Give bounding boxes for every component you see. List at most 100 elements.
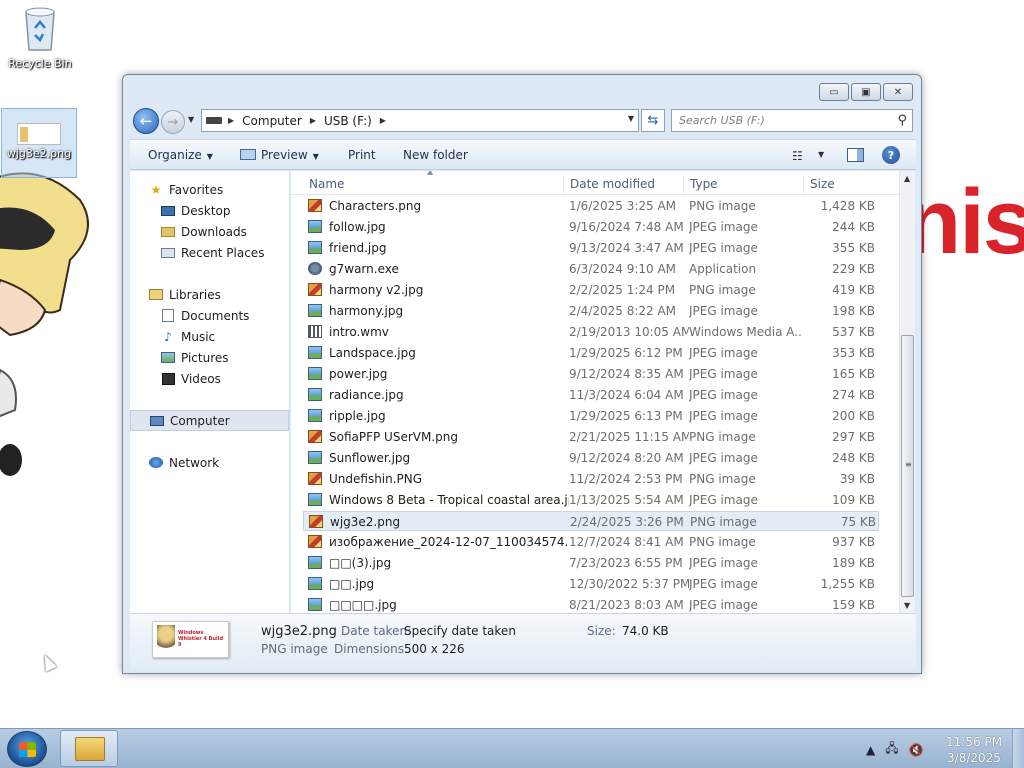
file-row[interactable]: intro.wmv 2/19/2013 10:05 AM Windows Media… xyxy=(303,322,879,342)
pictures-icon xyxy=(160,351,176,365)
organize-button[interactable]: Organize ▼ xyxy=(148,148,213,162)
file-type: PNG image xyxy=(690,515,757,529)
details-date-taken-value[interactable]: Specify date taken xyxy=(404,624,516,638)
nav-computer[interactable]: Computer xyxy=(130,410,289,431)
file-row[interactable]: harmony.jpg 2/4/2025 8:22 AM JPEG image 198… xyxy=(303,301,879,321)
file-row[interactable]: □□.jpg 12/30/2022 5:37 PM JPEG image 1,255 … xyxy=(303,574,879,594)
file-row[interactable]: Windows 8 Beta - Tropical coastal area.j… xyxy=(303,490,879,510)
volume-muted-icon[interactable]: 🔇 xyxy=(909,743,924,757)
png-file-icon xyxy=(308,472,322,485)
nav-music[interactable]: ♪ Music xyxy=(130,326,289,347)
column-type[interactable]: Type xyxy=(683,177,718,195)
file-name: radiance.jpg xyxy=(329,388,404,402)
column-date-modified[interactable]: Date modified xyxy=(563,177,655,195)
file-row[interactable]: Characters.png 1/6/2025 3:25 AM PNG image 1… xyxy=(303,196,879,216)
recent-pages-dropdown[interactable]: ▼ xyxy=(188,115,194,124)
file-row[interactable]: g7warn.exe 6/3/2024 9:10 AM Application 229… xyxy=(303,259,879,279)
minimize-button[interactable]: ▭ xyxy=(819,83,849,101)
nav-libraries[interactable]: Libraries xyxy=(130,284,289,305)
back-button[interactable]: ← xyxy=(133,108,159,134)
help-icon[interactable]: ? xyxy=(882,146,900,164)
search-icon[interactable]: ⚲ xyxy=(897,113,907,128)
file-type: JPEG image xyxy=(689,493,758,507)
file-type: PNG image xyxy=(689,535,756,549)
close-button[interactable]: ✕ xyxy=(883,83,913,101)
file-size: 198 KB xyxy=(832,304,875,318)
file-row[interactable]: wjg3e2.png 2/24/2025 3:26 PM PNG image 75 K… xyxy=(303,511,879,531)
file-name: friend.jpg xyxy=(329,241,387,255)
file-size: 353 KB xyxy=(832,346,875,360)
vertical-scrollbar[interactable]: ▲ ≡ ▼ xyxy=(899,171,915,613)
file-row[interactable]: friend.jpg 9/13/2024 3:47 AM JPEG image 355… xyxy=(303,238,879,258)
file-row[interactable]: harmony v2.jpg 2/2/2025 1:24 PM PNG image 4… xyxy=(303,280,879,300)
maximize-button[interactable]: ▣ xyxy=(851,83,881,101)
chevron-down-icon[interactable]: ▼ xyxy=(818,150,824,159)
folder-icon xyxy=(75,737,105,761)
file-type: PNG image xyxy=(689,430,756,444)
file-row[interactable]: □□□□.jpg 8/21/2023 8:03 AM JPEG image 159 K… xyxy=(303,595,879,613)
scroll-thumb[interactable]: ≡ xyxy=(901,335,914,597)
file-row[interactable]: Sunflower.jpg 9/12/2024 8:20 AM JPEG image… xyxy=(303,448,879,468)
file-date: 7/23/2023 6:55 PM xyxy=(569,556,683,570)
start-button[interactable] xyxy=(7,731,47,767)
refresh-icon: ⇆ xyxy=(647,113,659,128)
nav-desktop[interactable]: Desktop xyxy=(130,200,289,221)
file-row[interactable]: Landspace.jpg 1/29/2025 6:12 PM JPEG image… xyxy=(303,343,879,363)
forward-button[interactable]: → xyxy=(161,110,185,134)
file-row[interactable]: SofiaPFP USerVM.png 2/21/2025 11:15 AM PNG… xyxy=(303,427,879,447)
preview-pane-icon[interactable] xyxy=(847,148,864,162)
recycle-bin-icon[interactable]: Recycle Bin xyxy=(2,4,78,70)
views-icon[interactable]: ☷ xyxy=(792,149,803,163)
new-folder-button[interactable]: New folder xyxy=(403,148,468,162)
scroll-down-icon[interactable]: ▼ xyxy=(904,601,910,610)
nav-documents[interactable]: Documents xyxy=(130,305,289,326)
navigation-pane: ★ Favorites Desktop Downloads Recent Plac… xyxy=(130,171,290,613)
nav-downloads[interactable]: Downloads xyxy=(130,221,289,242)
file-name: ripple.jpg xyxy=(329,409,386,423)
file-row[interactable]: follow.jpg 9/16/2024 7:48 AM JPEG image 244… xyxy=(303,217,879,237)
print-button[interactable]: Print xyxy=(348,148,376,162)
jpg-file-icon xyxy=(308,409,322,422)
column-name[interactable]: Name xyxy=(303,177,344,195)
column-size[interactable]: Size xyxy=(803,177,835,195)
show-desktop-button[interactable] xyxy=(1012,729,1024,768)
clock[interactable]: 11:56 PM 3/8/2025 xyxy=(940,734,1008,766)
search-input[interactable] xyxy=(672,110,882,131)
file-name: Sunflower.jpg xyxy=(329,451,411,465)
desktop-file-wjg3e2[interactable]: wjg3e2.png xyxy=(1,108,77,178)
breadcrumb-separator-icon: ▶ xyxy=(379,116,386,125)
nav-favorites[interactable]: ★ Favorites xyxy=(130,179,289,200)
preview-icon xyxy=(240,149,256,160)
show-hidden-icons-icon[interactable]: ▲ xyxy=(866,743,875,757)
wmv-file-icon xyxy=(308,325,322,338)
nav-videos[interactable]: Videos xyxy=(130,368,289,389)
nav-pictures[interactable]: Pictures xyxy=(130,347,289,368)
nav-label: Network xyxy=(169,455,220,470)
file-date: 2/2/2025 1:24 PM xyxy=(569,283,676,297)
nav-network[interactable]: Network xyxy=(130,452,289,473)
file-row[interactable]: изображение_2024-12-07_110034574.png 12/7… xyxy=(303,532,879,552)
file-date: 1/6/2025 3:25 AM xyxy=(569,199,677,213)
file-row[interactable]: radiance.jpg 11/3/2024 6:04 AM JPEG image 2… xyxy=(303,385,879,405)
file-row[interactable]: □□(3).jpg 7/23/2023 6:55 PM JPEG image 189 … xyxy=(303,553,879,573)
file-size: 537 KB xyxy=(832,325,875,339)
taskbar-explorer-button[interactable] xyxy=(60,730,118,767)
file-name: □□.jpg xyxy=(329,577,375,591)
file-size: 109 KB xyxy=(832,493,875,507)
preview-button[interactable]: Preview ▼ xyxy=(240,148,319,162)
file-row[interactable]: ripple.jpg 1/29/2025 6:13 PM JPEG image 200… xyxy=(303,406,879,426)
breadcrumb-computer[interactable]: Computer xyxy=(242,114,302,128)
network-tray-icon[interactable]: 🖧 xyxy=(885,739,898,760)
address-dropdown[interactable]: ▼ xyxy=(628,114,634,123)
file-type: JPEG image xyxy=(689,577,758,591)
nav-recent-places[interactable]: Recent Places xyxy=(130,242,289,263)
file-row[interactable]: Undefishin.PNG 11/2/2024 2:53 PM PNG image… xyxy=(303,469,879,489)
command-bar: Organize ▼ Preview ▼ Print New folder ☷ ▼ … xyxy=(130,139,916,170)
scroll-up-icon[interactable]: ▲ xyxy=(904,174,910,183)
breadcrumb-usb[interactable]: USB (F:) xyxy=(324,114,372,128)
refresh-button[interactable]: ⇆ xyxy=(641,109,665,132)
address-bar[interactable]: ▶ Computer ▶ USB (F:) ▶ ▼ xyxy=(201,109,639,132)
file-row[interactable]: power.jpg 9/12/2024 8:35 AM JPEG image 165 … xyxy=(303,364,879,384)
file-size: 244 KB xyxy=(832,220,875,234)
jpg-file-icon xyxy=(308,304,322,317)
